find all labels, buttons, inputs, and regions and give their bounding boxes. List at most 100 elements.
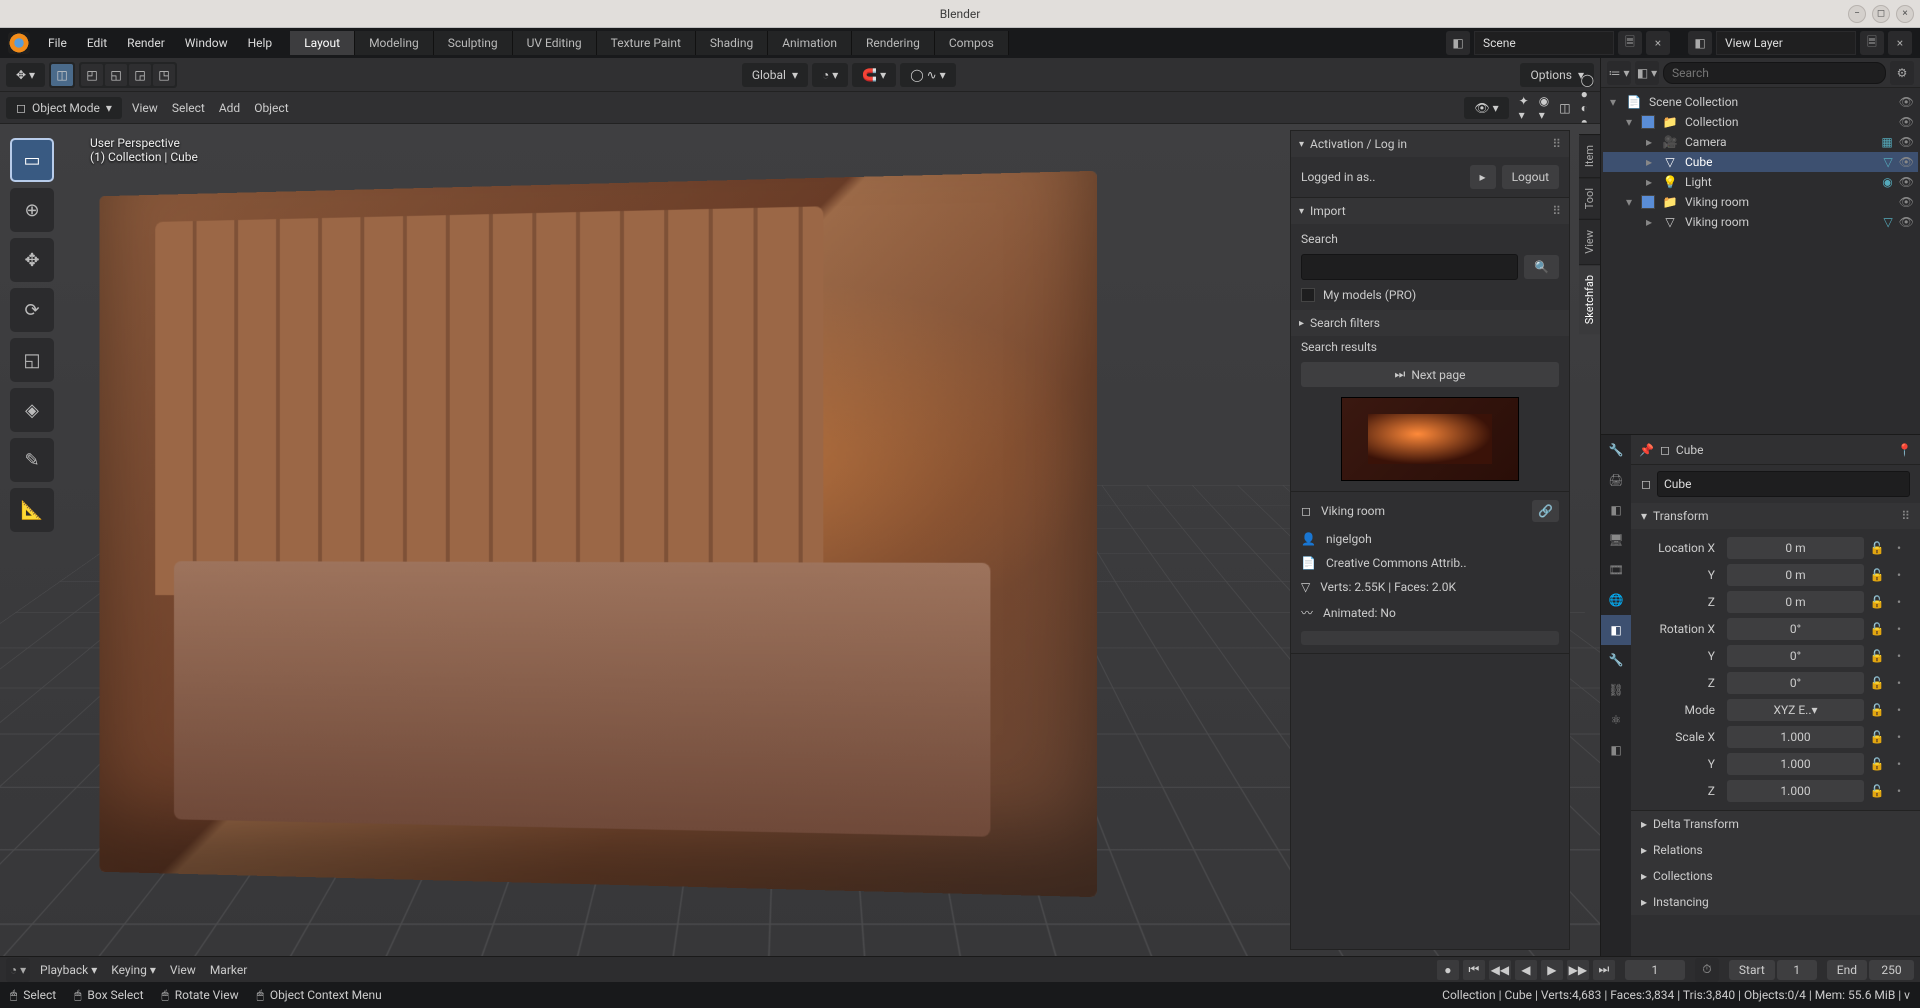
outliner-node[interactable]: ▸▽Viking room▽👁 [1603,212,1918,232]
lock-icon[interactable]: 🔓 [1868,622,1886,636]
lock-icon[interactable]: 🔓 [1868,568,1886,582]
xray-icon[interactable]: ◫ [1559,101,1570,115]
transform-value[interactable]: 1.000 [1727,780,1864,802]
minimize-icon[interactable]: − [1848,5,1866,23]
link-button[interactable]: 🔗 [1532,500,1559,522]
sidetab-view[interactable]: View [1579,219,1600,264]
prop-tab-6[interactable]: ◧ [1601,615,1631,645]
play-rev-icon[interactable]: ◀ [1515,960,1537,980]
prop-tab-8[interactable]: ⛓ [1601,675,1631,705]
prop-tab-0[interactable]: 🔧 [1601,435,1631,465]
search-button[interactable]: 🔍 [1524,255,1559,279]
select-box-icon[interactable]: ◫ [51,64,73,86]
object-name-field[interactable] [1657,471,1910,497]
shade-solid-icon[interactable]: ● [1581,87,1594,101]
sidetab-item[interactable]: Item [1579,134,1600,177]
search-input[interactable] [1301,254,1518,280]
timeline-menu-playback[interactable]: Playback ▾ [40,963,97,977]
prop-tab-4[interactable]: 🎞 [1601,555,1631,585]
lock-icon[interactable]: 🔓 [1868,649,1886,663]
overlay-icon[interactable]: ◉ [1539,94,1549,108]
gizmo-dd-icon[interactable]: ▾ [1519,108,1529,122]
auto-key-icon[interactable]: ● [1437,960,1459,980]
tool-select[interactable]: ▭ [10,138,54,182]
timeline-menu-keying[interactable]: Keying ▾ [111,963,156,977]
pivot-dropdown[interactable]: ◔ ▾ [812,63,848,87]
workspace-tab-animation[interactable]: Animation [768,31,852,55]
timeline-editor-icon[interactable]: ◔ ▾ [6,958,30,982]
prop-section-collections[interactable]: ▸Collections [1631,863,1920,889]
outliner-node[interactable]: ▸💡Light◉👁 [1603,172,1918,192]
result-thumbnail[interactable] [1341,397,1519,481]
mymodels-checkbox[interactable] [1301,288,1315,302]
menu-render[interactable]: Render [117,32,175,54]
prop-tab-5[interactable]: 🌐 [1601,585,1631,615]
transform-value[interactable]: 0° [1727,645,1864,667]
pin-icon[interactable]: 📌 [1639,443,1654,457]
outliner-display-icon[interactable]: ◧ ▾ [1635,61,1659,85]
prop-tab-10[interactable]: ◧ [1601,735,1631,765]
next-key-icon[interactable]: ▶▶ [1567,960,1589,980]
workspace-tab-uv-editing[interactable]: UV Editing [513,31,597,55]
timeline-menu-view[interactable]: View [170,963,196,977]
outliner-node[interactable]: ▸🎥Camera▦👁 [1603,132,1918,152]
overlay-dd-icon[interactable]: ▾ [1539,108,1549,122]
delete-scene-icon[interactable]: × [1646,31,1670,55]
menu-help[interactable]: Help [238,32,283,54]
tool-cursor[interactable]: ⊕ [10,188,54,232]
prop-tab-1[interactable]: 🖨 [1601,465,1631,495]
filters-header[interactable]: Search filters [1310,316,1380,330]
proportional-dropdown[interactable]: ◯ ∿ ▾ [900,63,955,87]
prop-section-relations[interactable]: ▸Relations [1631,837,1920,863]
outliner-node[interactable]: ▾📄Scene Collection👁 [1603,92,1918,112]
outliner-node[interactable]: ▾📁Viking room👁 [1603,192,1918,212]
lock-icon[interactable]: 🔓 [1868,703,1886,717]
mode-menu-object[interactable]: Object [254,101,288,115]
new-scene-icon[interactable]: 🗏 [1618,31,1642,55]
selmode4-icon[interactable]: ◳ [153,64,175,86]
menu-file[interactable]: File [38,32,77,54]
start-frame-field[interactable]: 1 [1777,960,1817,980]
prop-tab-2[interactable]: ◧ [1601,495,1631,525]
tool-transform[interactable]: ◈ [10,388,54,432]
lock-icon[interactable]: 🔓 [1868,676,1886,690]
transform-value[interactable]: 0 m [1727,564,1864,586]
browse-scene-icon[interactable]: ◧ [1446,31,1470,55]
jump-start-icon[interactable]: ⏮ [1463,960,1485,980]
tool-measure[interactable]: 📐 [10,488,54,532]
outliner-filter-icon[interactable]: ⚙ [1890,61,1914,85]
shade-wire-icon[interactable]: ◯ [1581,73,1594,87]
menu-window[interactable]: Window [175,32,238,54]
gizmo-icon[interactable]: ✦ [1519,94,1529,108]
transform-value[interactable]: 0° [1727,618,1864,640]
transform-header[interactable]: Transform [1653,509,1709,523]
prop-tab-7[interactable]: 🔧 [1601,645,1631,675]
transform-value[interactable]: 1.000 [1727,753,1864,775]
workspace-tab-compos[interactable]: Compos [935,31,1009,55]
lock-icon[interactable]: 🔓 [1868,757,1886,771]
cursor-tool-dropdown[interactable]: ✥ ▾ [6,63,45,87]
sidetab-sketchfab[interactable]: Sketchfab [1579,264,1600,334]
outliner-mode-icon[interactable]: ≔ ▾ [1607,61,1631,85]
workspace-tab-layout[interactable]: Layout [290,31,355,55]
workspace-tab-modeling[interactable]: Modeling [355,31,434,55]
prop-section-instancing[interactable]: ▸Instancing [1631,889,1920,915]
shade-material-icon[interactable]: ◐ [1581,101,1594,115]
lock-icon[interactable]: 🔓 [1868,595,1886,609]
tool-move[interactable]: ✥ [10,238,54,282]
workspace-tab-rendering[interactable]: Rendering [852,31,935,55]
selmode1-icon[interactable]: ◰ [81,64,103,86]
mode-menu-add[interactable]: Add [219,101,240,115]
delete-layer-icon[interactable]: × [1888,31,1912,55]
prop-tab-9[interactable]: ⚛ [1601,705,1631,735]
tool-annotate[interactable]: ✎ [10,438,54,482]
end-frame-field[interactable]: 250 [1869,960,1914,980]
tool-rotate[interactable]: ⟳ [10,288,54,332]
snap-dropdown[interactable]: 🧲 ▾ [852,63,896,87]
maximize-icon[interactable]: ◻ [1872,5,1890,23]
mode-menu-select[interactable]: Select [172,101,205,115]
scene-name-field[interactable]: Scene [1474,31,1614,55]
workspace-tab-shading[interactable]: Shading [696,31,768,55]
selmode2-icon[interactable]: ◱ [105,64,127,86]
timer-icon[interactable]: ⏱ [1695,958,1719,982]
